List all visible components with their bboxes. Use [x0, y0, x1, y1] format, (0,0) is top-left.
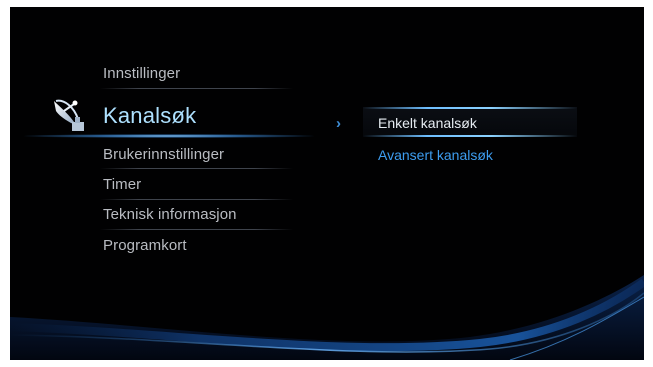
selection-highlight: [24, 134, 314, 138]
satellite-dish-icon: [54, 99, 84, 131]
chevron-right-icon: ›: [336, 115, 341, 132]
menu-divider: [100, 199, 293, 200]
submenu-item-avansert-kanalsok[interactable]: Avansert kanalsøk: [378, 147, 493, 163]
menu-item-programkort[interactable]: Programkort: [103, 237, 187, 254]
menu-item-kanalsok[interactable]: Kanalsøk: [103, 103, 196, 129]
menu-divider: [100, 88, 293, 89]
menu-item-brukerinnstillinger[interactable]: Brukerinnstillinger: [103, 146, 224, 163]
tv-menu-screen: Innstillinger Kanalsøk Brukerinnstilling…: [10, 7, 644, 360]
menu-item-teknisk-informasjon[interactable]: Teknisk informasjon: [103, 206, 237, 223]
menu-item-innstillinger[interactable]: Innstillinger: [103, 65, 180, 82]
menu-divider: [100, 168, 293, 169]
menu-divider: [100, 229, 293, 230]
menu-item-timer[interactable]: Timer: [103, 176, 141, 193]
submenu-item-enkelt-kanalsok[interactable]: Enkelt kanalsøk: [378, 115, 477, 131]
